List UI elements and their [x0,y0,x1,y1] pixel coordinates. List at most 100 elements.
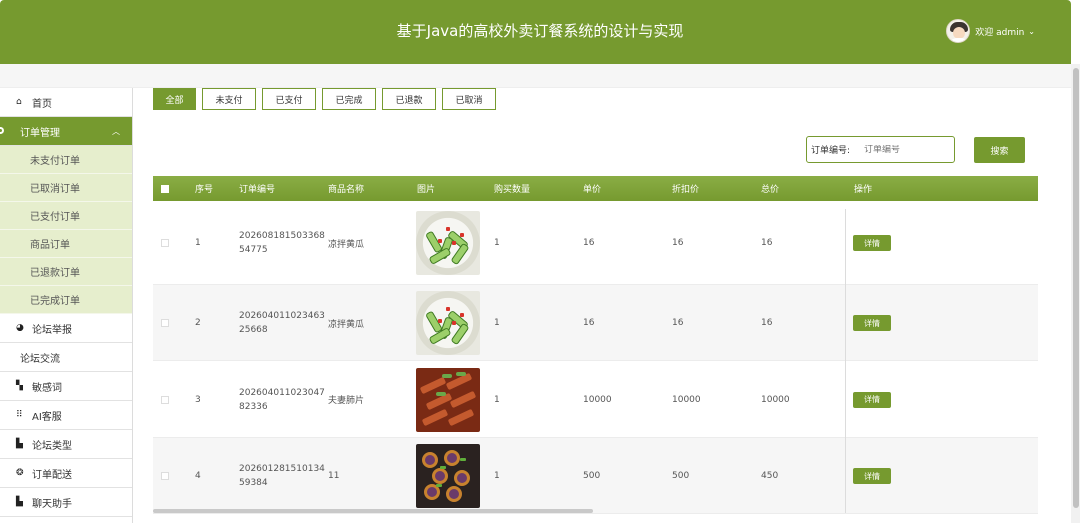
cell-product-name: 夫妻肺片 [328,396,365,406]
welcome-text[interactable]: 欢迎 admin [975,25,1024,38]
cell-price: 16 [583,238,595,248]
cell-order-no: 202608181503368 54775 [239,231,325,255]
order-number-search: 订单编号: [806,136,955,163]
header-total: 总价 [761,185,780,195]
cell-total: 16 [761,318,773,328]
header-product-name: 商品名称 [328,185,365,195]
cell-price: 500 [583,471,601,481]
detail-button[interactable]: 详情 [853,468,891,484]
cell-index: 3 [195,394,201,405]
cell-order-no: 202604011023047 82336 [239,387,325,412]
sidebar-item-chat-assistant[interactable]: ▙ 聊天助手 [0,488,132,517]
cell-order-no: 202601281510134 59384 [239,464,325,488]
cell-discount: 16 [672,238,684,248]
sidebar-item-label: AI客服 [32,411,62,423]
tab-unpaid[interactable]: 未支付 [202,88,256,110]
header-index: 序号 [195,185,214,195]
cell-quantity: 1 [494,471,500,481]
cell-total: 16 [761,238,773,248]
sidebar-subitem-completed[interactable]: 已完成订单 [0,286,132,314]
chevron-down-icon[interactable]: ⌄ [1028,27,1035,36]
row-checkbox[interactable] [161,472,169,480]
breadcrumb-bar [0,64,1071,88]
table-row: 1 202608181503368 54775 凉拌黄瓜 1 16 16 16 详… [153,201,1038,285]
header-quantity: 购买数量 [494,185,531,195]
cell-total: 10000 [761,394,790,405]
cell-price: 16 [583,318,595,328]
food-image [416,211,480,275]
sidebar: ⌂ 首页 订单管理 ︿ 未支付订单 已取消订单 已支付订单 商品订单 已退款订单… [0,88,133,523]
sidebar-item-forum[interactable]: 论坛交流 [0,343,132,372]
globe-icon: ❂ [16,468,24,478]
tab-all[interactable]: 全部 [153,88,196,110]
orders-table: 序号 订单编号 商品名称 图片 购买数量 单价 折扣价 总价 操作 1 2026… [153,176,1038,514]
column-divider [845,209,846,513]
search-input[interactable] [864,144,945,155]
header-action: 操作 [854,185,873,195]
food-image [416,291,480,355]
chat-icon: ▙ [16,497,23,507]
sidebar-item-delivery[interactable]: ❂ 订单配送 [0,459,132,488]
row-checkbox[interactable] [161,395,169,404]
sidebar-subitem-cancelled[interactable]: 已取消订单 [0,174,132,202]
gear-icon [0,127,4,134]
avatar[interactable] [946,19,971,43]
cell-quantity: 1 [494,318,500,328]
row-checkbox[interactable] [161,239,169,247]
table-row: 2 202604011023463 25668 凉拌黄瓜 1 16 16 16 详… [153,285,1038,361]
cell-product-name: 凉拌黄瓜 [328,239,365,250]
table-row: 4 202601281510134 59384 11 1 500 500 450 … [153,438,1038,514]
sidebar-item-forum-report[interactable]: ◕ 论坛举报 [0,314,132,343]
sidebar-item-label: 论坛交流 [20,353,60,365]
select-all-checkbox[interactable] [161,184,169,193]
home-icon: ⌂ [16,97,22,107]
vertical-scrollbar[interactable] [1071,64,1080,523]
header-image: 图片 [417,185,436,195]
search-button[interactable]: 搜索 [974,137,1025,163]
table-row: 3 202604011023047 82336 夫妻肺片 1 10000 1000… [153,361,1038,438]
header-order-no: 订单编号 [239,185,276,195]
folder-icon: ▙ [16,439,23,449]
sidebar-item-label: 首页 [32,98,52,110]
tab-paid[interactable]: 已支付 [262,88,316,110]
app-title: 基于Java的高校外卖订餐系统的设计与实现 [396,22,684,40]
status-tabs: 全部 未支付 已支付 已完成 已退款 已取消 [153,88,502,110]
sidebar-item-label: 订单管理 [20,127,60,139]
food-image [416,444,480,508]
chevron-up-icon: ︿ [112,126,120,136]
sidebar-subitem-refunded[interactable]: 已退款订单 [0,258,132,286]
detail-button[interactable]: 详情 [853,235,891,251]
detail-button[interactable]: 详情 [853,391,891,408]
cell-index: 1 [195,238,201,248]
horizontal-scrollbar[interactable] [153,509,593,513]
top-header: 基于Java的高校外卖订餐系统的设计与实现 欢迎 admin ⌄ [0,0,1071,64]
sidebar-subitem-product-orders[interactable]: 商品订单 [0,230,132,258]
header-price: 单价 [583,185,602,195]
user-menu[interactable]: 欢迎 admin ⌄ [946,19,1035,43]
sidebar-subitem-paid[interactable]: 已支付订单 [0,202,132,230]
sidebar-item-label: 论坛举报 [32,324,72,336]
search-label: 订单编号: [811,146,851,156]
sidebar-item-label: 聊天助手 [32,498,72,510]
grid-icon: ▚ [16,381,23,391]
cell-order-no: 202604011023463 25668 [239,311,325,335]
cell-quantity: 1 [494,238,500,248]
tab-cancelled[interactable]: 已取消 [442,88,496,110]
cell-index: 4 [195,471,201,481]
sidebar-item-ai-service[interactable]: ⠿ AI客服 [0,401,132,430]
sidebar-subitem-unpaid[interactable]: 未支付订单 [0,146,132,174]
tab-completed[interactable]: 已完成 [322,88,376,110]
cell-discount: 16 [672,318,684,328]
cell-total: 450 [761,471,779,481]
sidebar-item-forum-types[interactable]: ▙ 论坛类型 [0,430,132,459]
header-discount: 折扣价 [672,185,700,195]
tab-refunded[interactable]: 已退款 [382,88,436,110]
cell-index: 2 [195,318,201,328]
sidebar-item-order-management[interactable]: 订单管理 ︿ [0,117,132,146]
sidebar-item-home[interactable]: ⌂ 首页 [0,88,132,117]
cell-price: 10000 [583,394,612,405]
sidebar-item-sensitive-words[interactable]: ▚ 敏感词 [0,372,132,401]
detail-button[interactable]: 详情 [853,315,891,331]
row-checkbox[interactable] [161,319,169,327]
dots-grid-icon: ⠿ [16,410,23,420]
